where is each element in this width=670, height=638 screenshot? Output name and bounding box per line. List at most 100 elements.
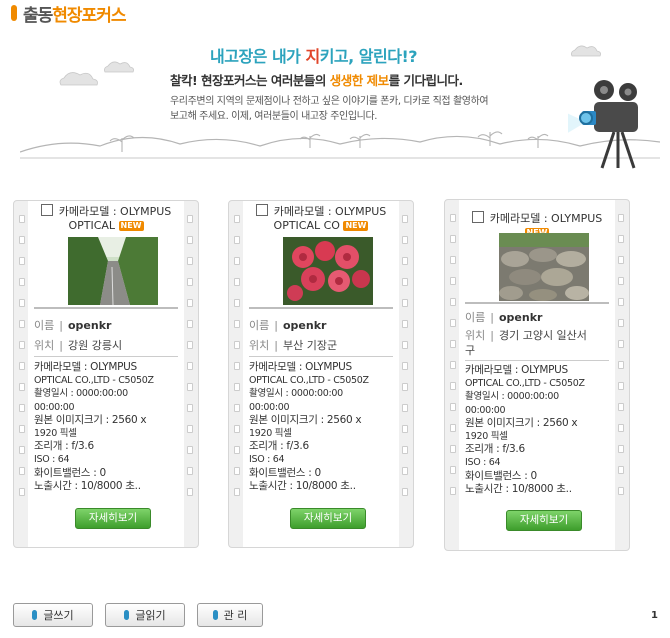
meta-line: 촬영일시 : 0000:00:00 <box>465 391 559 403</box>
meta-line: 1920 픽셀 <box>249 428 292 440</box>
subtitle-highlight: 생생한 제보 <box>329 73 389 88</box>
meta-line: 원본 이미지크기 : 2560 x <box>34 413 147 426</box>
subtitle-text-1: 찰칵! 현장포커스는 여러분들의 <box>170 73 330 88</box>
meta-line: ISO : 64 <box>34 454 70 466</box>
author-row: 이름 | openkr <box>34 319 112 332</box>
photo-thumbnail-road[interactable] <box>68 237 158 305</box>
title-marker <box>11 5 17 21</box>
film-holes-left <box>234 215 240 533</box>
page-title-main: 현장포커스 <box>52 5 126 26</box>
film-holes-left <box>450 214 456 536</box>
divider <box>34 307 178 309</box>
caption-line-2: OPTICAL CO <box>273 219 340 232</box>
divider <box>249 307 393 309</box>
meta-line: 카메라모델 : OLYMPUS <box>465 364 568 376</box>
description-line-2: 보고해 주세요. 이제, 여러분들이 내고장 주인입니다. <box>170 111 378 122</box>
slogan-text-2: 지 <box>305 47 320 66</box>
divider <box>34 356 178 357</box>
meta-line: 00:00:00 <box>34 401 75 413</box>
caption-line-1: 카메라모델 : OLYMPUS <box>489 212 603 225</box>
location-value: 경기 고양시 일산서 <box>498 329 587 342</box>
banner: 내고장은 내가 지키고, 알린다!? 찰칵! 현장포커스는 여러분들의 생생한 … <box>20 34 660 184</box>
meta-line: 촬영일시 : 0000:00:00 <box>249 388 343 400</box>
meta-line: 조리개 : f/3.6 <box>465 443 525 456</box>
meta-line: 1920 픽셀 <box>465 431 508 443</box>
meta-line: 조리개 : f/3.6 <box>249 440 309 453</box>
detail-view-button[interactable]: 자세히보기 <box>75 508 151 529</box>
card-body: 카메라모델 : OLYMPUS OPTICAL CO NEW 이름 | openkr… <box>243 201 399 547</box>
card-caption: 카메라모델 : OLYMPUS OPTICAL CO NEW <box>243 204 399 233</box>
caption-line-1: 카메라모델 : OLYMPUS <box>273 205 387 218</box>
photo-thumbnail-flowers[interactable] <box>283 237 373 305</box>
read-button[interactable]: 글읽기 <box>105 603 185 627</box>
write-button[interactable]: 글쓰기 <box>13 603 93 627</box>
film-holes-right <box>402 215 408 533</box>
location-label: 위치 <box>249 339 270 352</box>
film-holes-right <box>618 214 624 536</box>
photo-thumbnail-stones[interactable] <box>499 233 589 301</box>
location-value-cont: 구 <box>465 344 476 357</box>
banner-subtitle: 찰칵! 현장포커스는 여러분들의 생생한 제보를 기다립니다. <box>170 70 463 89</box>
location-value: 부산 기장군 <box>282 339 338 352</box>
meta-line: 화이트밸런스 : 0 <box>34 466 106 479</box>
author-name: openkr <box>67 319 112 332</box>
write-button-label: 글쓰기 <box>43 609 74 622</box>
page-title-prefix: 출동 <box>23 5 53 26</box>
admin-button[interactable]: 관 리 <box>197 603 263 627</box>
location-value: 강원 강릉시 <box>67 339 123 352</box>
meta-line: 카메라모델 : OLYMPUS <box>249 361 352 373</box>
location-row: 위치 | 강원 강릉시 <box>34 339 123 352</box>
subtitle-text-2: 를 기다립니다. <box>388 73 464 88</box>
bullet-icon <box>32 610 38 620</box>
divider <box>249 356 393 357</box>
card-caption: 카메라모델 : OLYMPUS OPTICAL NEW <box>28 204 184 233</box>
caption-line-1: 카메라모델 : OLYMPUS <box>58 205 172 218</box>
location-row: 위치 | 경기 고양시 일산서 구 <box>465 329 587 357</box>
meta-line: OPTICAL CO.,LTD - C5050Z <box>34 375 154 387</box>
film-holes-right <box>187 215 193 533</box>
movie-camera-icon <box>568 80 638 169</box>
card-body: 카메라모델 : OLYMPUS OPTICAL NEW 이름 | openkr 위치… <box>28 201 184 547</box>
meta-line: ISO : 64 <box>465 457 501 469</box>
name-label: 이름 <box>34 319 55 332</box>
exif-info: 카메라모델 : OLYMPUS OPTICAL CO.,LTD - C5050Z… <box>465 364 611 496</box>
exif-info: 카메라모델 : OLYMPUS OPTICAL CO.,LTD - C5050Z… <box>34 361 180 493</box>
read-button-label: 글읽기 <box>135 609 166 622</box>
detail-view-button[interactable]: 자세히보기 <box>506 510 582 531</box>
exif-info: 카메라모델 : OLYMPUS OPTICAL CO.,LTD - C5050Z… <box>249 361 395 493</box>
name-label: 이름 <box>465 311 486 324</box>
banner-slogan: 내고장은 내가 지키고, 알린다!? <box>210 43 418 67</box>
meta-line: 00:00:00 <box>249 401 290 413</box>
new-badge: NEW <box>343 221 369 231</box>
slogan-text-1: 내고장은 내가 <box>210 47 306 66</box>
bullet-icon <box>212 610 218 620</box>
bullet-icon <box>124 610 130 620</box>
board-actions: 글쓰기 글읽기 관 리 <box>13 603 263 627</box>
page-title: 출동 현장포커스 <box>11 2 126 26</box>
meta-line: OPTICAL CO.,LTD - C5050Z <box>465 378 585 390</box>
location-label: 위치 <box>465 329 486 342</box>
page-number[interactable]: 1 <box>651 610 658 621</box>
detail-view-button[interactable]: 자세히보기 <box>290 508 366 529</box>
film-holes-left <box>19 215 25 533</box>
meta-line: 노출시간 : 10/8000 초.. <box>249 479 356 492</box>
divider <box>465 360 609 361</box>
meta-line: ISO : 64 <box>249 454 285 466</box>
meta-line: 화이트밸런스 : 0 <box>249 466 321 479</box>
admin-button-label: 관 리 <box>223 609 248 622</box>
photo-card: 카메라모델 : OLYMPUS NEW 이름 | openkr 위치 | 경기 고양시 … <box>444 199 630 551</box>
divider <box>465 302 609 304</box>
meta-line: 노출시간 : 10/8000 초.. <box>465 482 572 495</box>
select-checkbox[interactable] <box>255 204 268 216</box>
meta-line: 원본 이미지크기 : 2560 x <box>249 413 362 426</box>
meta-line: OPTICAL CO.,LTD - C5050Z <box>249 375 369 387</box>
meta-line: 노출시간 : 10/8000 초.. <box>34 479 141 492</box>
photo-card: 카메라모델 : OLYMPUS OPTICAL CO NEW 이름 | openkr… <box>228 200 414 548</box>
meta-line: 조리개 : f/3.6 <box>34 440 94 453</box>
new-badge: NEW <box>118 221 144 231</box>
select-checkbox[interactable] <box>471 211 484 223</box>
location-row: 위치 | 부산 기장군 <box>249 339 338 352</box>
meta-line: 화이트밸런스 : 0 <box>465 469 537 482</box>
slogan-text-3: 키고, 알린다!? <box>319 47 418 66</box>
select-checkbox[interactable] <box>40 204 53 216</box>
